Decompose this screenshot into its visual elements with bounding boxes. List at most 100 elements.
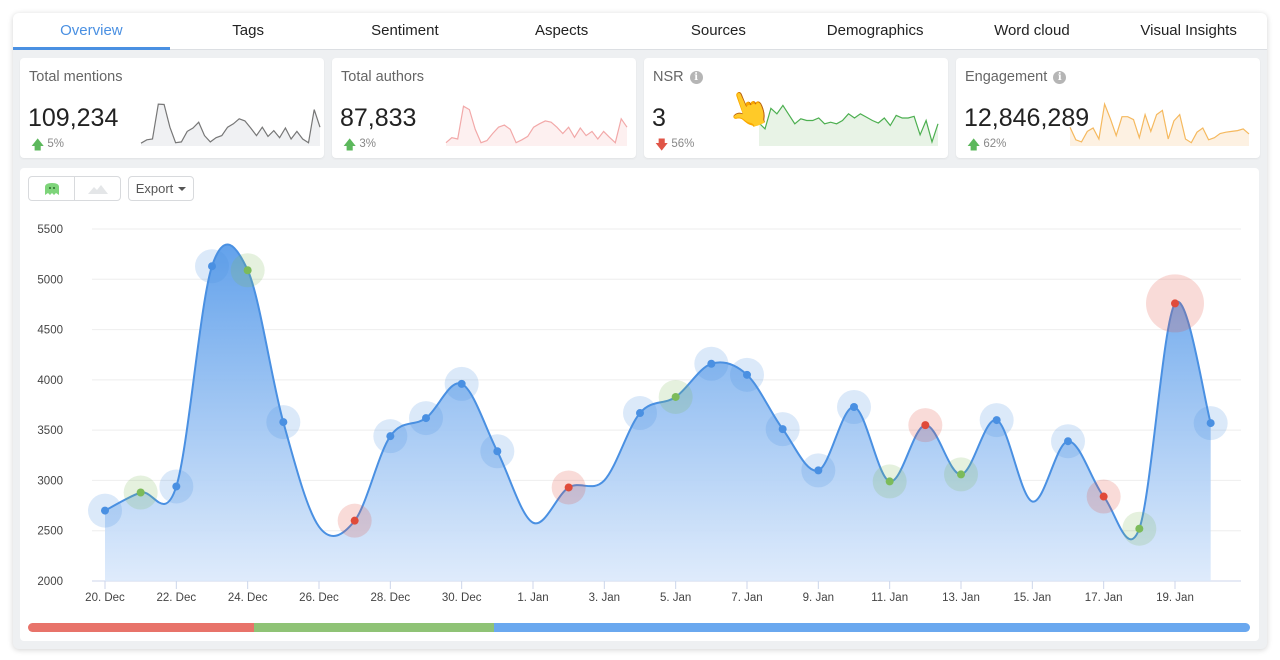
card-nsr[interactable]: NSR i 3 🡇 56% — [644, 58, 948, 158]
x-tick-label: 3. Jan — [589, 592, 620, 604]
data-point-neutral[interactable] — [422, 414, 430, 423]
card-title: Total authors — [341, 69, 425, 85]
x-tick-label: 17. Jan — [1085, 592, 1123, 604]
data-point-neutral[interactable] — [386, 432, 395, 441]
x-tick-label: 26. Dec — [299, 592, 339, 604]
tab-demographics[interactable]: Demographics — [797, 13, 954, 49]
card-delta: 56% — [671, 138, 695, 150]
tab-sources[interactable]: Sources — [640, 13, 797, 49]
data-point-neutral[interactable] — [457, 379, 466, 388]
y-tick-label: 3000 — [37, 475, 63, 487]
data-point-neutral[interactable] — [778, 425, 787, 434]
chart-style-emoji-button[interactable] — [29, 177, 74, 200]
arrow-up-icon: 🡅 — [343, 136, 357, 152]
data-point-positive[interactable] — [885, 477, 894, 486]
card-total-mentions[interactable]: Total mentions 109,234 🡅 5% — [20, 58, 324, 158]
data-point-positive[interactable] — [671, 392, 680, 401]
card-title: Engagement — [965, 69, 1048, 85]
sparkline-area — [759, 105, 938, 146]
x-tick-label: 9. Jan — [803, 592, 834, 604]
data-point-neutral[interactable] — [636, 409, 644, 418]
chart-panel: 2000 2500 3000 3500 4000 4500 5000 5500 20. Dec 2… — [20, 168, 1259, 641]
data-point-neutral[interactable] — [172, 482, 181, 491]
sparkline-nsr — [758, 104, 939, 146]
x-tick-label: 15. Jan — [1013, 592, 1051, 604]
y-tick-label: 2500 — [37, 526, 63, 538]
x-tick-label: 19. Jan — [1156, 592, 1194, 604]
card-value: 87,833 — [340, 104, 417, 132]
data-point-neutral[interactable] — [743, 370, 751, 379]
sparkline-authors — [445, 105, 628, 146]
tab-sentiment[interactable]: Sentiment — [327, 13, 484, 49]
chart-style-area-button[interactable] — [74, 177, 120, 200]
data-point-neutral[interactable] — [850, 403, 858, 412]
arrow-up-icon: 🡅 — [967, 136, 981, 152]
x-tick-label: 20. Dec — [85, 592, 125, 604]
tab-tags[interactable]: Tags — [170, 13, 327, 49]
data-point-positive[interactable] — [136, 488, 145, 497]
card-value: 109,234 — [28, 104, 119, 132]
sparkline-mentions — [140, 103, 321, 146]
data-point-neutral[interactable] — [707, 359, 716, 368]
y-tick-label: 5000 — [37, 274, 63, 286]
info-icon[interactable]: i — [1053, 70, 1067, 84]
arrow-up-icon: 🡅 — [31, 136, 45, 152]
x-tick-label: 30. Dec — [442, 592, 482, 604]
data-point-neutral[interactable] — [279, 418, 288, 427]
x-tick-label: 11. Jan — [871, 592, 908, 604]
tab-overview[interactable]: Overview — [13, 13, 170, 50]
x-tick-label: 13. Jan — [942, 592, 980, 604]
data-point-negative[interactable] — [350, 516, 359, 525]
emoji-chart-icon — [44, 182, 59, 195]
data-point-neutral[interactable] — [493, 447, 502, 456]
chart-type-toggle — [28, 176, 121, 201]
export-dropdown[interactable]: Export — [128, 176, 194, 201]
card-delta: 62% — [983, 138, 1007, 150]
dashboard-frame: Overview Tags Sentiment Aspects Sources Demog… — [13, 13, 1267, 649]
tab-word-cloud[interactable]: Word cloud — [954, 13, 1111, 49]
caret-down-icon — [178, 186, 187, 191]
data-point-negative[interactable] — [921, 421, 930, 430]
card-title: NSR — [653, 69, 684, 85]
arrow-down-icon: 🡇 — [655, 136, 669, 152]
x-tick-label: 1. Jan — [517, 592, 548, 604]
data-point-neutral[interactable] — [208, 262, 216, 271]
y-tick-label: 4000 — [37, 375, 63, 387]
tab-aspects[interactable]: Aspects — [483, 13, 640, 49]
tab-visual-insights[interactable]: Visual Insights — [1110, 13, 1267, 49]
info-icon[interactable]: i — [689, 70, 703, 84]
card-delta: 5% — [47, 138, 64, 150]
card-engagement[interactable]: Engagement i 12,846,289 🡅 62% — [956, 58, 1260, 158]
data-point-positive[interactable] — [957, 470, 965, 479]
y-tick-label: 3500 — [37, 425, 63, 437]
y-tick-label: 5500 — [37, 224, 63, 236]
data-point-neutral[interactable] — [1206, 419, 1215, 428]
mountain-area-icon — [87, 184, 108, 194]
x-tick-label: 7. Jan — [731, 592, 762, 604]
data-point-negative[interactable] — [1099, 492, 1108, 501]
data-point-neutral[interactable] — [1064, 437, 1072, 446]
data-point-neutral[interactable] — [814, 466, 823, 475]
x-tick-label: 28. Dec — [371, 592, 411, 604]
data-point-positive[interactable] — [1135, 524, 1144, 533]
y-tick-label: 2000 — [37, 576, 63, 588]
x-tick-label: 5. Jan — [660, 592, 691, 604]
x-tick-label: 24. Dec — [228, 592, 268, 604]
data-point-positive[interactable] — [243, 266, 252, 275]
card-total-authors[interactable]: Total authors 87,833 🡅 3% — [332, 58, 636, 158]
data-point-neutral[interactable] — [992, 416, 1001, 425]
card-delta: 3% — [359, 138, 376, 150]
sentiment-segment-neutral[interactable] — [493, 623, 1250, 632]
mentions-area-chart: 2000 2500 3000 3500 4000 4500 5000 5500 20. Dec 2… — [37, 224, 1241, 604]
x-tick-label: 22. Dec — [157, 592, 197, 604]
sentiment-segment-negative[interactable] — [28, 623, 255, 632]
data-point-negative[interactable] — [564, 483, 573, 492]
card-value: 3 — [652, 104, 666, 132]
tab-bar: Overview Tags Sentiment Aspects Sources Demog… — [13, 13, 1267, 50]
data-point-neutral[interactable] — [101, 506, 109, 515]
sentiment-segment-positive[interactable] — [254, 623, 494, 632]
sentiment-distribution-bar — [28, 623, 1250, 632]
card-title: Total mentions — [29, 69, 123, 85]
sparkline-engagement — [1069, 101, 1250, 146]
data-point-negative[interactable] — [1171, 299, 1179, 308]
